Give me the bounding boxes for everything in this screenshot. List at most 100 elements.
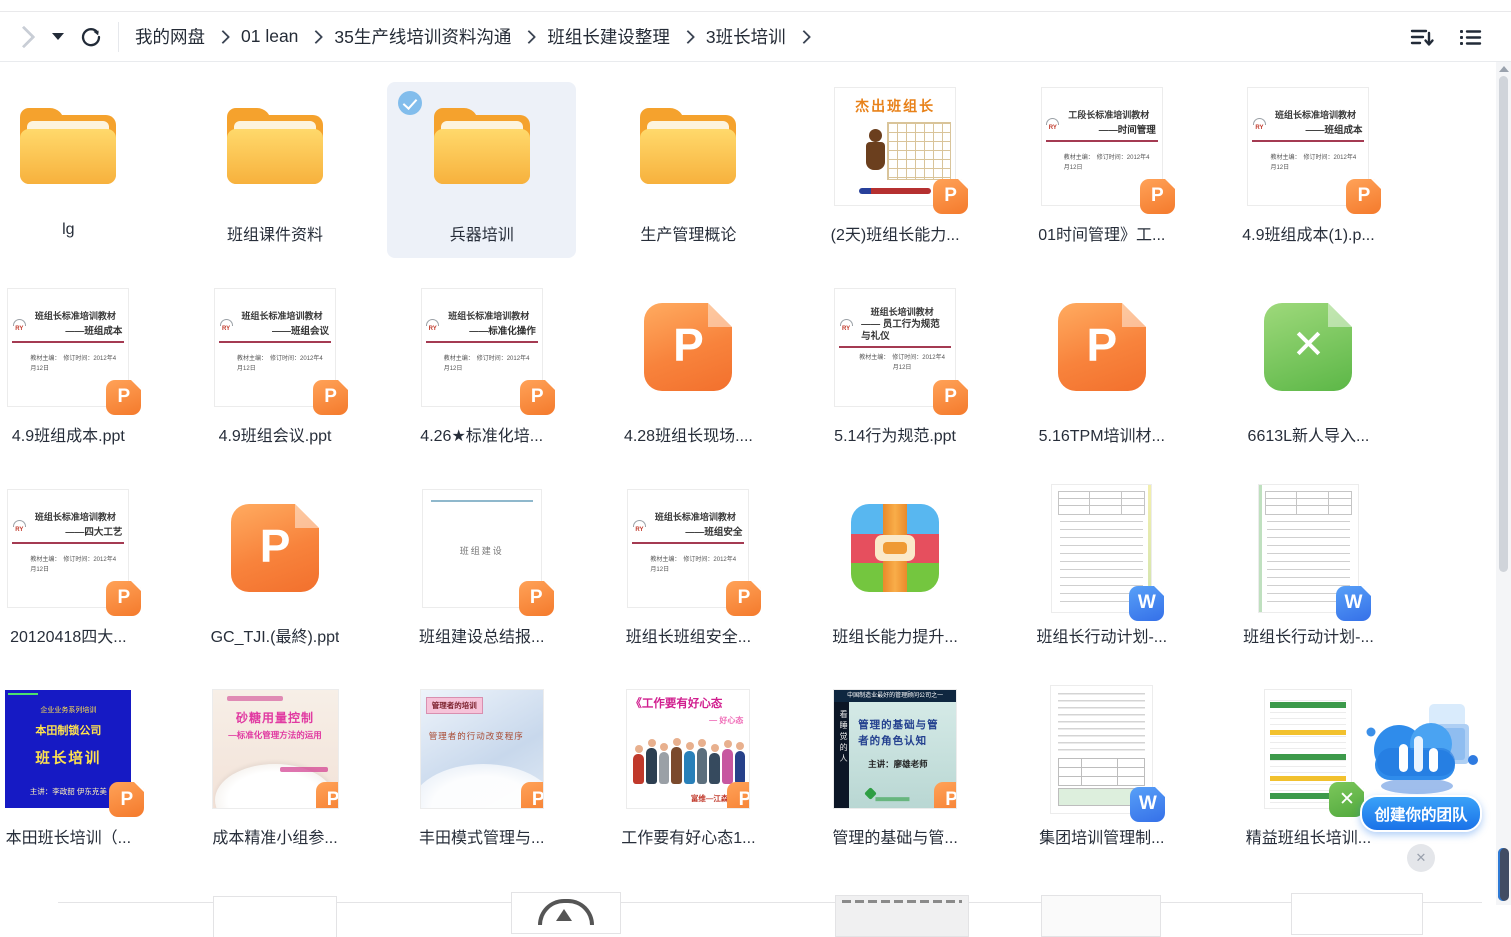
file-tile[interactable]: 生产管理概论 — [594, 82, 783, 258]
ppt-badge-icon: P — [520, 380, 555, 415]
folder-icon — [434, 108, 530, 184]
company-logo-icon: RY — [1045, 118, 1061, 132]
promo-close-button[interactable]: ✕ — [1407, 844, 1435, 872]
thumb-meta: 教材主编： 修订时间：2012年4月12日 — [30, 556, 120, 575]
file-tile[interactable]: 工段长标准培训教材 ——时间管理 RY 教材主编： 修订时间：2012年4月12… — [1007, 82, 1196, 258]
file-name: 兵器培训 — [450, 221, 514, 245]
breadcrumb-separator-icon — [216, 30, 230, 44]
breadcrumb-item-current[interactable]: 3班长培训 — [706, 24, 786, 49]
word-thumbnail: W — [1051, 686, 1152, 813]
ppt-badge-icon: P — [1140, 179, 1175, 214]
ppt-badge-icon: P — [933, 380, 968, 415]
file-name: 20120418四大... — [10, 623, 127, 647]
file-tile[interactable]: 班组课件资料 — [181, 82, 370, 258]
list-view-icon — [1457, 25, 1483, 49]
ppt-badge-icon: P — [521, 782, 543, 808]
thumb-subtitle: ——班组会议 — [245, 326, 329, 338]
file-name: 成本精准小组参... — [212, 824, 337, 848]
file-tile[interactable]: 班组长标准培训教材 ——班组成本 RY 教材主编： 修订时间：2012年4月12… — [1214, 82, 1403, 258]
breadcrumb-item[interactable]: 35生产线培训资料沟通 — [334, 24, 511, 49]
file-tile[interactable]: 《工作要有好心态 — 好心态 富维—江森公司 P 工作要有好心态1... — [594, 685, 783, 861]
file-tile[interactable]: 砂糖用量控制 —标准化管理方法的运用 P 成本精准小组参... — [181, 685, 370, 861]
file-tile[interactable]: W 班组长行动计划-... — [1214, 484, 1403, 660]
ppt-badge-icon: P — [106, 581, 141, 616]
thumb-text: — 好心态 — [627, 715, 743, 726]
breadcrumb-item[interactable]: 01 lean — [241, 26, 298, 47]
thumb-text: 看睡觉的人 — [834, 702, 849, 808]
toolbar: 我的网盘 01 lean 35生产线培训资料沟通 班组长建设整理 3班长培训 — [0, 12, 1511, 62]
file-tile[interactable]: 班组长标准培训教材 ——班组成本 RY 教材主编： 修订时间：2012年4月12… — [0, 283, 163, 459]
rar-archive-icon — [851, 504, 939, 592]
file-tile[interactable]: 管理者的培训 管理者的行动改变程序 P 丰田模式管理与... — [387, 685, 576, 861]
file-tile[interactable]: 班组长标准培训教材 ——标准化操作 RY 教材主编： 修订时间：2012年4月1… — [387, 283, 576, 459]
thumb-title: 班组长标准培训教材 — [28, 311, 122, 322]
file-tile[interactable]: 班组长标准培训教材 ——班组会议 RY 教材主编： 修订时间：2012年4月12… — [181, 283, 370, 459]
thumb-meta: 教材主编： 修订时间：2012年4月12日 — [1270, 154, 1360, 173]
team-promo: 创建你的团队 ✕ — [1356, 698, 1486, 872]
scrollbar-thumb[interactable] — [1499, 76, 1508, 572]
thumb-title: 杰出班组长 — [835, 96, 955, 116]
file-name: 精益班组长培训... — [1246, 824, 1371, 848]
file-tile[interactable]: 中国制造业最好的管理顾问公司之一 看睡觉的人 管理的基础与管 者的角色认知 主讲… — [801, 685, 990, 861]
breadcrumb-item[interactable]: 我的网盘 — [135, 24, 205, 49]
file-tile[interactable]: W 集团培训管理制... — [1007, 685, 1196, 861]
file-tile[interactable]: 杰出班组长 P (2天)班组长能力... — [801, 82, 990, 258]
folder-icon — [227, 108, 323, 184]
scrollbar[interactable] — [1496, 62, 1511, 905]
breadcrumb-separator-icon — [522, 30, 536, 44]
history-dropdown-caret-icon[interactable] — [52, 33, 64, 40]
file-tile[interactable]: 班组长能力提升... — [801, 484, 990, 660]
company-logo-icon: RY — [1251, 118, 1267, 132]
forward-nav-icon[interactable] — [13, 25, 36, 48]
file-tile[interactable]: 班组建设 P 班组建设总结报... — [387, 484, 576, 660]
thumb-text: 本田制锁公司 — [5, 722, 131, 738]
folder-icon — [20, 108, 116, 184]
file-tile[interactable]: P GC_TJI.(最終).ppt — [181, 484, 370, 660]
file-tile[interactable]: 班组长标准培训教材 ——四大工艺 RY 教材主编： 修订时间：2012年4月12… — [0, 484, 163, 660]
list-view-button[interactable] — [1457, 25, 1483, 49]
file-tile[interactable]: W 班组长行动计划-... — [1007, 484, 1196, 660]
word-thumbnail: W — [1259, 485, 1358, 612]
ppt-badge-icon: P — [313, 380, 348, 415]
word-thumbnail: W — [1052, 485, 1151, 612]
file-name: 生产管理概论 — [640, 221, 736, 245]
file-grid: lg 班组课件资料 兵器培训 生产管理概论 杰出班组长 P (2天)班组长能力.… — [0, 62, 1412, 861]
file-tile[interactable]: 企业业务系列培训 本田制锁公司 班长培训 主讲：李政韶 伊东克美 P 本田班长培… — [0, 685, 163, 861]
thumb-tag: 管理者的培训 — [426, 697, 483, 714]
file-tile-selected[interactable]: 兵器培训 — [387, 82, 576, 258]
file-name: 01时间管理》工... — [1038, 221, 1165, 245]
company-logo-icon: RY — [425, 319, 441, 333]
file-tile[interactable]: P 5.16TPM培训材... — [1007, 283, 1196, 459]
ppt-thumbnail: 班组长标准培训教材 ——班组成本 RY 教材主编： 修订时间：2012年4月12… — [1248, 88, 1368, 205]
create-team-button[interactable]: 创建你的团队 — [1360, 795, 1482, 832]
file-tile[interactable]: ✕ 6613L新人导入... — [1214, 283, 1403, 459]
ppt-badge-icon: P — [1346, 179, 1381, 214]
ppt-thumbnail: 班组长培训教材 —— 员工行为规范与礼仪 RY 教材主编： 修订时间：2012年… — [835, 289, 955, 406]
thumb-subtitle: ——班组安全 — [658, 527, 742, 539]
refresh-icon[interactable] — [80, 26, 102, 48]
file-name: 4.9班组会议.ppt — [219, 422, 332, 446]
ppt-badge-icon: P — [727, 782, 749, 808]
file-tile[interactable]: lg — [0, 82, 163, 258]
thumb-title: 班组长标准培训教材 — [235, 311, 329, 322]
scrollbar-bottom-thumb[interactable] — [1498, 848, 1509, 901]
file-tile[interactable]: P 4.28班组长现场.... — [594, 283, 783, 459]
thumb-text: 企业业务系列培训 — [5, 705, 131, 715]
file-tile[interactable]: 班组长培训教材 —— 员工行为规范与礼仪 RY 教材主编： 修订时间：2012年… — [801, 283, 990, 459]
thumb-title: 班组长标准培训教材 — [648, 512, 742, 523]
thumb-text: 主讲：廖雄老师 — [868, 758, 928, 770]
thumb-subtitle: —— 员工行为规范与礼仪 — [861, 319, 949, 343]
ppt-thumbnail: 《工作要有好心态 — 好心态 富维—江森公司 P — [627, 690, 749, 808]
ppt-thumbnail: 班组长标准培训教材 ——标准化操作 RY 教材主编： 修订时间：2012年4月1… — [422, 289, 542, 406]
word-badge-icon: W — [1129, 586, 1164, 621]
breadcrumb-item[interactable]: 班组长建设整理 — [547, 24, 670, 49]
ppt-badge-icon: P — [106, 380, 141, 415]
file-name: 4.26★标准化培... — [420, 422, 543, 446]
thumb-text: 中国制造业最好的管理顾问公司之一 — [834, 690, 956, 702]
sort-order-button[interactable] — [1409, 25, 1435, 49]
thumb-title: 班组长标准培训教材 — [28, 512, 122, 523]
ppt-thumbnail: 中国制造业最好的管理顾问公司之一 看睡觉的人 管理的基础与管 者的角色认知 主讲… — [834, 690, 956, 808]
thumb-subtitle: ——班组成本 — [38, 326, 122, 338]
file-tile[interactable]: 班组长标准培训教材 ——班组安全 RY 教材主编： 修订时间：2012年4月12… — [594, 484, 783, 660]
scroll-up-arrow-icon[interactable] — [1499, 66, 1509, 72]
